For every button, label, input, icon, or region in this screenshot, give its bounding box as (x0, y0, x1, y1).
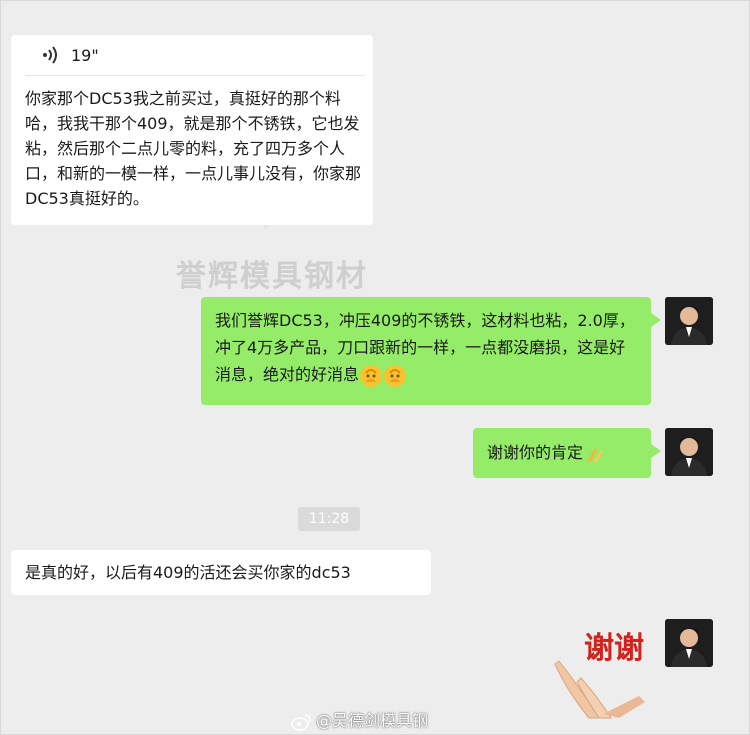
chat-window: 誉辉模具钢材 19" 你家那个DC53我之前买过，真挺好的那个料哈，我我干那个4… (0, 0, 750, 735)
pray-emoji-icon (383, 364, 407, 388)
clap-emoji-icon (583, 442, 607, 466)
voice-transcript: 你家那个DC53我之前买过，真挺好的那个料哈，我我干那个409，就是那个不锈铁，… (25, 89, 362, 208)
message-text: 是真的好，以后有409的活还会买你家的dc53 (25, 563, 351, 582)
incoming-voice-message[interactable]: 19" 你家那个DC53我之前买过，真挺好的那个料哈，我我干那个409，就是那个… (11, 35, 373, 225)
watermark-text: 誉辉模具钢材 (176, 259, 368, 294)
voice-wave-icon (43, 46, 57, 64)
voice-row[interactable]: 19" (25, 35, 365, 76)
outgoing-message[interactable]: 谢谢你的肯定 (473, 428, 661, 478)
weibo-handle: @吴德剑模具钢 (316, 711, 429, 730)
pray-emoji-icon (359, 364, 383, 388)
message-text: 谢谢你的肯定 (487, 443, 584, 462)
voice-duration: 19" (71, 45, 99, 65)
clap-hands-sticker-icon (554, 660, 645, 719)
weibo-logo-icon (291, 713, 311, 731)
timestamp: 11:28 (298, 507, 360, 531)
message-text: 我们誉辉DC53，冲压409的不锈铁，这材料也粘，2.0厚，冲了4万多产品，刀口… (215, 311, 635, 384)
incoming-message[interactable]: 是真的好，以后有409的活还会买你家的dc53 (11, 550, 431, 595)
weibo-watermark: @吴德剑模具钢 (291, 707, 428, 731)
outgoing-message[interactable]: 我们誉辉DC53，冲压409的不锈铁，这材料也粘，2.0厚，冲了4万多产品，刀口… (201, 297, 661, 405)
avatar[interactable] (665, 619, 713, 667)
avatar[interactable] (665, 297, 713, 345)
avatar[interactable] (665, 428, 713, 476)
